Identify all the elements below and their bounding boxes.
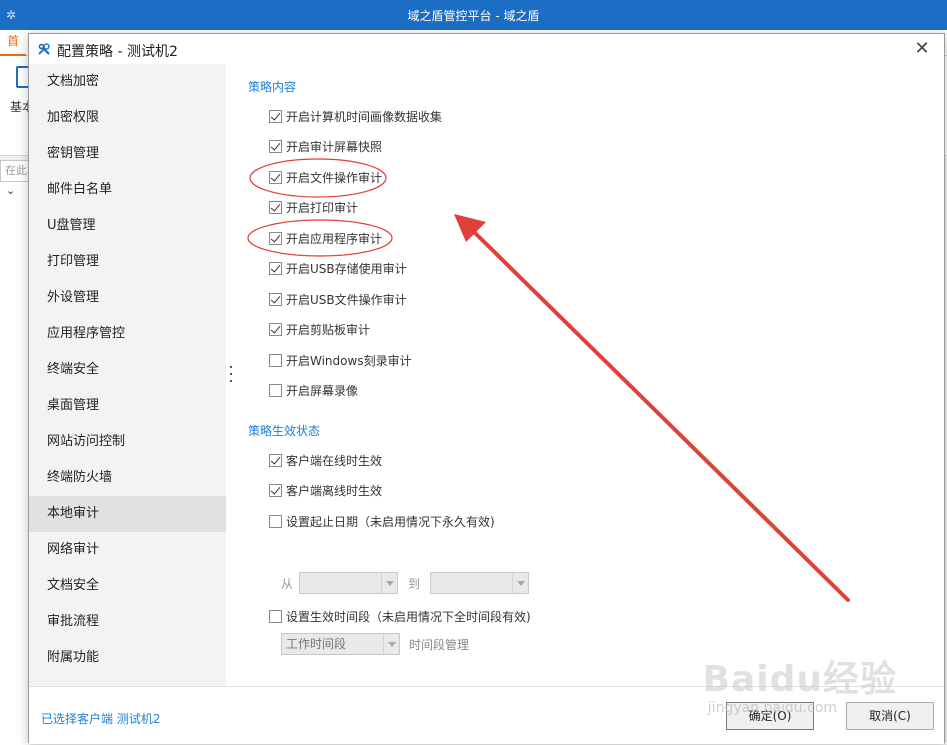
- selected-client-info: 已选择客户端 测试机2: [41, 712, 161, 726]
- time-period-manage-link[interactable]: 时间段管理: [409, 636, 469, 653]
- policy-label: 开启屏幕录像: [286, 384, 359, 398]
- chevron-down-icon[interactable]: ⌄: [6, 184, 15, 197]
- baidu-watermark: Baidu经验: [702, 659, 897, 700]
- policy-option[interactable]: 开启屏幕录像: [269, 383, 358, 399]
- dialog-title: 配置策略 - 测试机2: [57, 44, 178, 60]
- cancel-button[interactable]: 取消(C): [846, 702, 934, 730]
- nav-item[interactable]: 网络审计: [29, 532, 226, 568]
- policy-label: 开启USB存储使用审计: [286, 262, 407, 276]
- status-checkbox[interactable]: [269, 453, 282, 467]
- status-label: 客户端在线时生效: [286, 453, 383, 468]
- policy-option[interactable]: 开启应用程序审计: [269, 230, 382, 246]
- policy-checkbox[interactable]: [269, 109, 282, 123]
- app-search-input[interactable]: 在此: [0, 160, 30, 182]
- date-from-label: 从: [281, 576, 294, 591]
- policy-label: 开启计算机时间画像数据收集: [286, 109, 443, 124]
- status-checkbox[interactable]: [269, 514, 282, 528]
- policy-option[interactable]: 开启审计屏幕快照: [269, 139, 382, 155]
- policy-option[interactable]: 开启计算机时间画像数据收集: [269, 108, 442, 124]
- policy-label: 开启审计屏幕快照: [286, 140, 383, 154]
- nav-item[interactable]: U盘管理: [29, 208, 226, 244]
- app-title: 域之盾管控平台 - 域之盾: [407, 9, 540, 23]
- policy-checkbox[interactable]: [269, 140, 282, 153]
- date-range-row: 从 到: [281, 572, 530, 594]
- policy-checkbox[interactable]: [269, 384, 282, 397]
- time-period-combo-value: 工作时间段: [286, 637, 347, 651]
- nav-item[interactable]: 网站访问控制: [29, 424, 226, 460]
- nav-item[interactable]: 应用程序管控: [29, 316, 226, 352]
- nav-item[interactable]: 文档加密: [29, 64, 226, 100]
- policy-checkbox[interactable]: [269, 201, 282, 214]
- nav-item[interactable]: 终端安全: [29, 352, 226, 388]
- policy-option[interactable]: 开启Windows刻录审计: [269, 352, 412, 368]
- app-tab-home[interactable]: 首: [0, 30, 26, 56]
- time-period-label: 设置生效时间段（未启用情况下全时间段有效): [286, 609, 531, 624]
- nav-item[interactable]: 审批流程: [29, 604, 226, 640]
- policy-label: 开启应用程序审计: [286, 231, 383, 246]
- policy-label: 开启USB文件操作审计: [286, 292, 407, 307]
- start-date-combo[interactable]: [299, 572, 399, 594]
- nav-item[interactable]: 本地审计: [29, 496, 226, 532]
- policy-option[interactable]: 开启USB存储使用审计: [269, 261, 407, 277]
- nav-item[interactable]: 邮件白名单: [29, 172, 226, 208]
- status-label: 客户端离线时生效: [286, 484, 383, 498]
- policy-checkbox[interactable]: [269, 292, 282, 306]
- policy-option[interactable]: 开启打印审计: [269, 200, 358, 216]
- status-option[interactable]: 客户端离线时生效: [269, 483, 382, 499]
- app-titlebar: ✲ 域之盾管控平台 - 域之盾: [0, 0, 947, 30]
- baidu-watermark-url: jingyan.baidu.com: [707, 700, 837, 716]
- end-date-combo[interactable]: [430, 572, 530, 594]
- chevron-down-icon: [512, 573, 528, 593]
- time-period-row: 工作时间段 时间段管理: [281, 633, 469, 655]
- app-client-tree: [0, 182, 30, 745]
- nav-item[interactable]: 文档安全: [29, 568, 226, 604]
- nav-item[interactable]: 附属功能: [29, 640, 226, 676]
- nav-item[interactable]: 加密权限: [29, 100, 226, 136]
- chevron-down-icon: [383, 634, 399, 654]
- chevron-down-icon: [381, 573, 397, 593]
- nav-item[interactable]: 打印管理: [29, 244, 226, 280]
- policy-checkbox[interactable]: [269, 262, 282, 275]
- date-to-label: 到: [408, 576, 421, 591]
- status-label: 设置起止日期（未启用情况下永久有效): [286, 514, 495, 529]
- status-option[interactable]: 设置起止日期（未启用情况下永久有效): [269, 513, 495, 529]
- tools-icon: [38, 43, 50, 55]
- policy-label: 开启文件操作审计: [286, 170, 383, 185]
- close-icon[interactable]: ✕: [912, 39, 932, 59]
- configure-policy-dialog: 配置策略 - 测试机2 ✕ 文档加密 加密权限 密钥管理 邮件白名单 U盘管理 打印管理外…: [28, 33, 945, 744]
- policy-checkbox[interactable]: [269, 323, 282, 336]
- status-checkbox[interactable]: [269, 484, 282, 497]
- nav-item[interactable]: 密钥管理: [29, 136, 226, 172]
- policy-label: 开启剪贴板审计: [286, 323, 371, 337]
- policy-label: 开启Windows刻录审计: [286, 353, 412, 368]
- time-period-combo[interactable]: 工作时间段: [281, 633, 400, 655]
- policy-option[interactable]: 开启剪贴板审计: [269, 322, 370, 338]
- policy-option[interactable]: 开启文件操作审计: [269, 169, 382, 185]
- policy-label: 开启打印审计: [286, 201, 359, 215]
- section-title-policy: 策略内容: [248, 80, 297, 94]
- policy-checkbox[interactable]: [269, 353, 282, 367]
- time-period-checkbox[interactable]: [269, 609, 282, 623]
- policy-content: 策略内容 开启计算机时间画像数据收集 开启审计屏幕快照 开启文件操作审计 开启打印审计…: [226, 64, 944, 686]
- time-period-option[interactable]: 设置生效时间段（未启用情况下全时间段有效): [269, 608, 531, 624]
- status-option[interactable]: 客户端在线时生效: [269, 452, 382, 468]
- nav-item[interactable]: 外设管理: [29, 280, 226, 316]
- nav-item[interactable]: 桌面管理: [29, 388, 226, 424]
- dialog-titlebar: 配置策略 - 测试机2 ✕: [29, 34, 944, 64]
- nav-item[interactable]: 终端防火墙: [29, 460, 226, 496]
- policy-option[interactable]: 开启USB文件操作审计: [269, 291, 407, 307]
- policy-checkbox[interactable]: [269, 231, 282, 245]
- section-title-status: 策略生效状态: [248, 424, 321, 438]
- policy-nav: 文档加密 加密权限 密钥管理 邮件白名单 U盘管理 打印管理 外设管理 应用程序管控 终端安全桌…: [29, 64, 226, 686]
- policy-checkbox[interactable]: [269, 170, 282, 184]
